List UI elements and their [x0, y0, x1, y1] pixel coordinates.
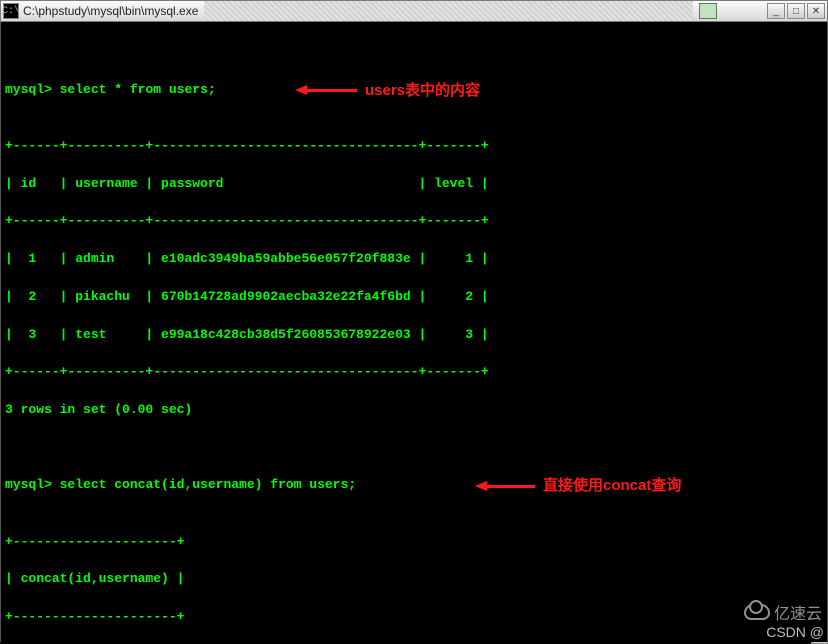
query1-line: mysql> select * from users; users表中的内容 — [5, 81, 823, 119]
terminal-area[interactable]: mysql> select * from users; users表中的内容 +… — [0, 22, 828, 642]
sql-query: select * from users; — [60, 82, 216, 97]
table-border: +------+----------+---------------------… — [5, 137, 823, 156]
watermark-csdn: CSDN @ — [766, 624, 824, 640]
annotation-2: 直接使用concat查询 — [475, 475, 681, 497]
blank-line — [5, 439, 823, 458]
app-icon: C:\ — [3, 3, 19, 19]
table-row: | 3 | test | e99a18c428cb38d5f2608536789… — [5, 326, 823, 345]
window-title: C:\phpstudy\mysql\bin\mysql.exe — [23, 4, 198, 18]
arrow-left-icon — [475, 481, 487, 491]
table-border: +---------------------+ — [5, 608, 823, 627]
titlebar-extra-icon — [699, 3, 717, 19]
arrow-line — [307, 89, 357, 92]
table-row: | 1 | admin | e10adc3949ba59abbe56e057f2… — [5, 250, 823, 269]
arrow-left-icon — [295, 85, 307, 95]
prompt: mysql> — [5, 82, 52, 97]
titlebar-spacer — [204, 1, 693, 21]
cloud-icon — [744, 604, 770, 620]
annotation-text: 直接使用concat查询 — [543, 475, 681, 497]
table-row: | 2 | pikachu | 670b14728ad9902aecba32e2… — [5, 288, 823, 307]
table-header: | concat(id,username) | — [5, 570, 823, 589]
table-border: +------+----------+---------------------… — [5, 212, 823, 231]
minimize-button[interactable]: _ — [767, 3, 785, 19]
close-button[interactable]: ✕ — [807, 3, 825, 19]
maximize-button[interactable]: □ — [787, 3, 805, 19]
watermark-yisu: 亿速云 — [744, 600, 822, 624]
window-buttons: _ □ ✕ — [767, 3, 825, 19]
result-footer: 3 rows in set (0.00 sec) — [5, 401, 823, 420]
table-border: +---------------------+ — [5, 533, 823, 552]
query2-line: mysql> select concat(id,username) from u… — [5, 476, 823, 514]
watermark-text: 亿速云 — [774, 600, 822, 624]
terminal-line — [5, 43, 823, 62]
arrow-line — [487, 485, 535, 488]
annotation-text: users表中的内容 — [365, 80, 480, 102]
window-titlebar: C:\ C:\phpstudy\mysql\bin\mysql.exe _ □ … — [0, 0, 828, 22]
sql-query: select concat(id,username) from users; — [60, 477, 356, 492]
annotation-1: users表中的内容 — [295, 80, 480, 102]
prompt: mysql> — [5, 477, 52, 492]
table-header: | id | username | password | level | — [5, 175, 823, 194]
table-border: +------+----------+---------------------… — [5, 363, 823, 382]
